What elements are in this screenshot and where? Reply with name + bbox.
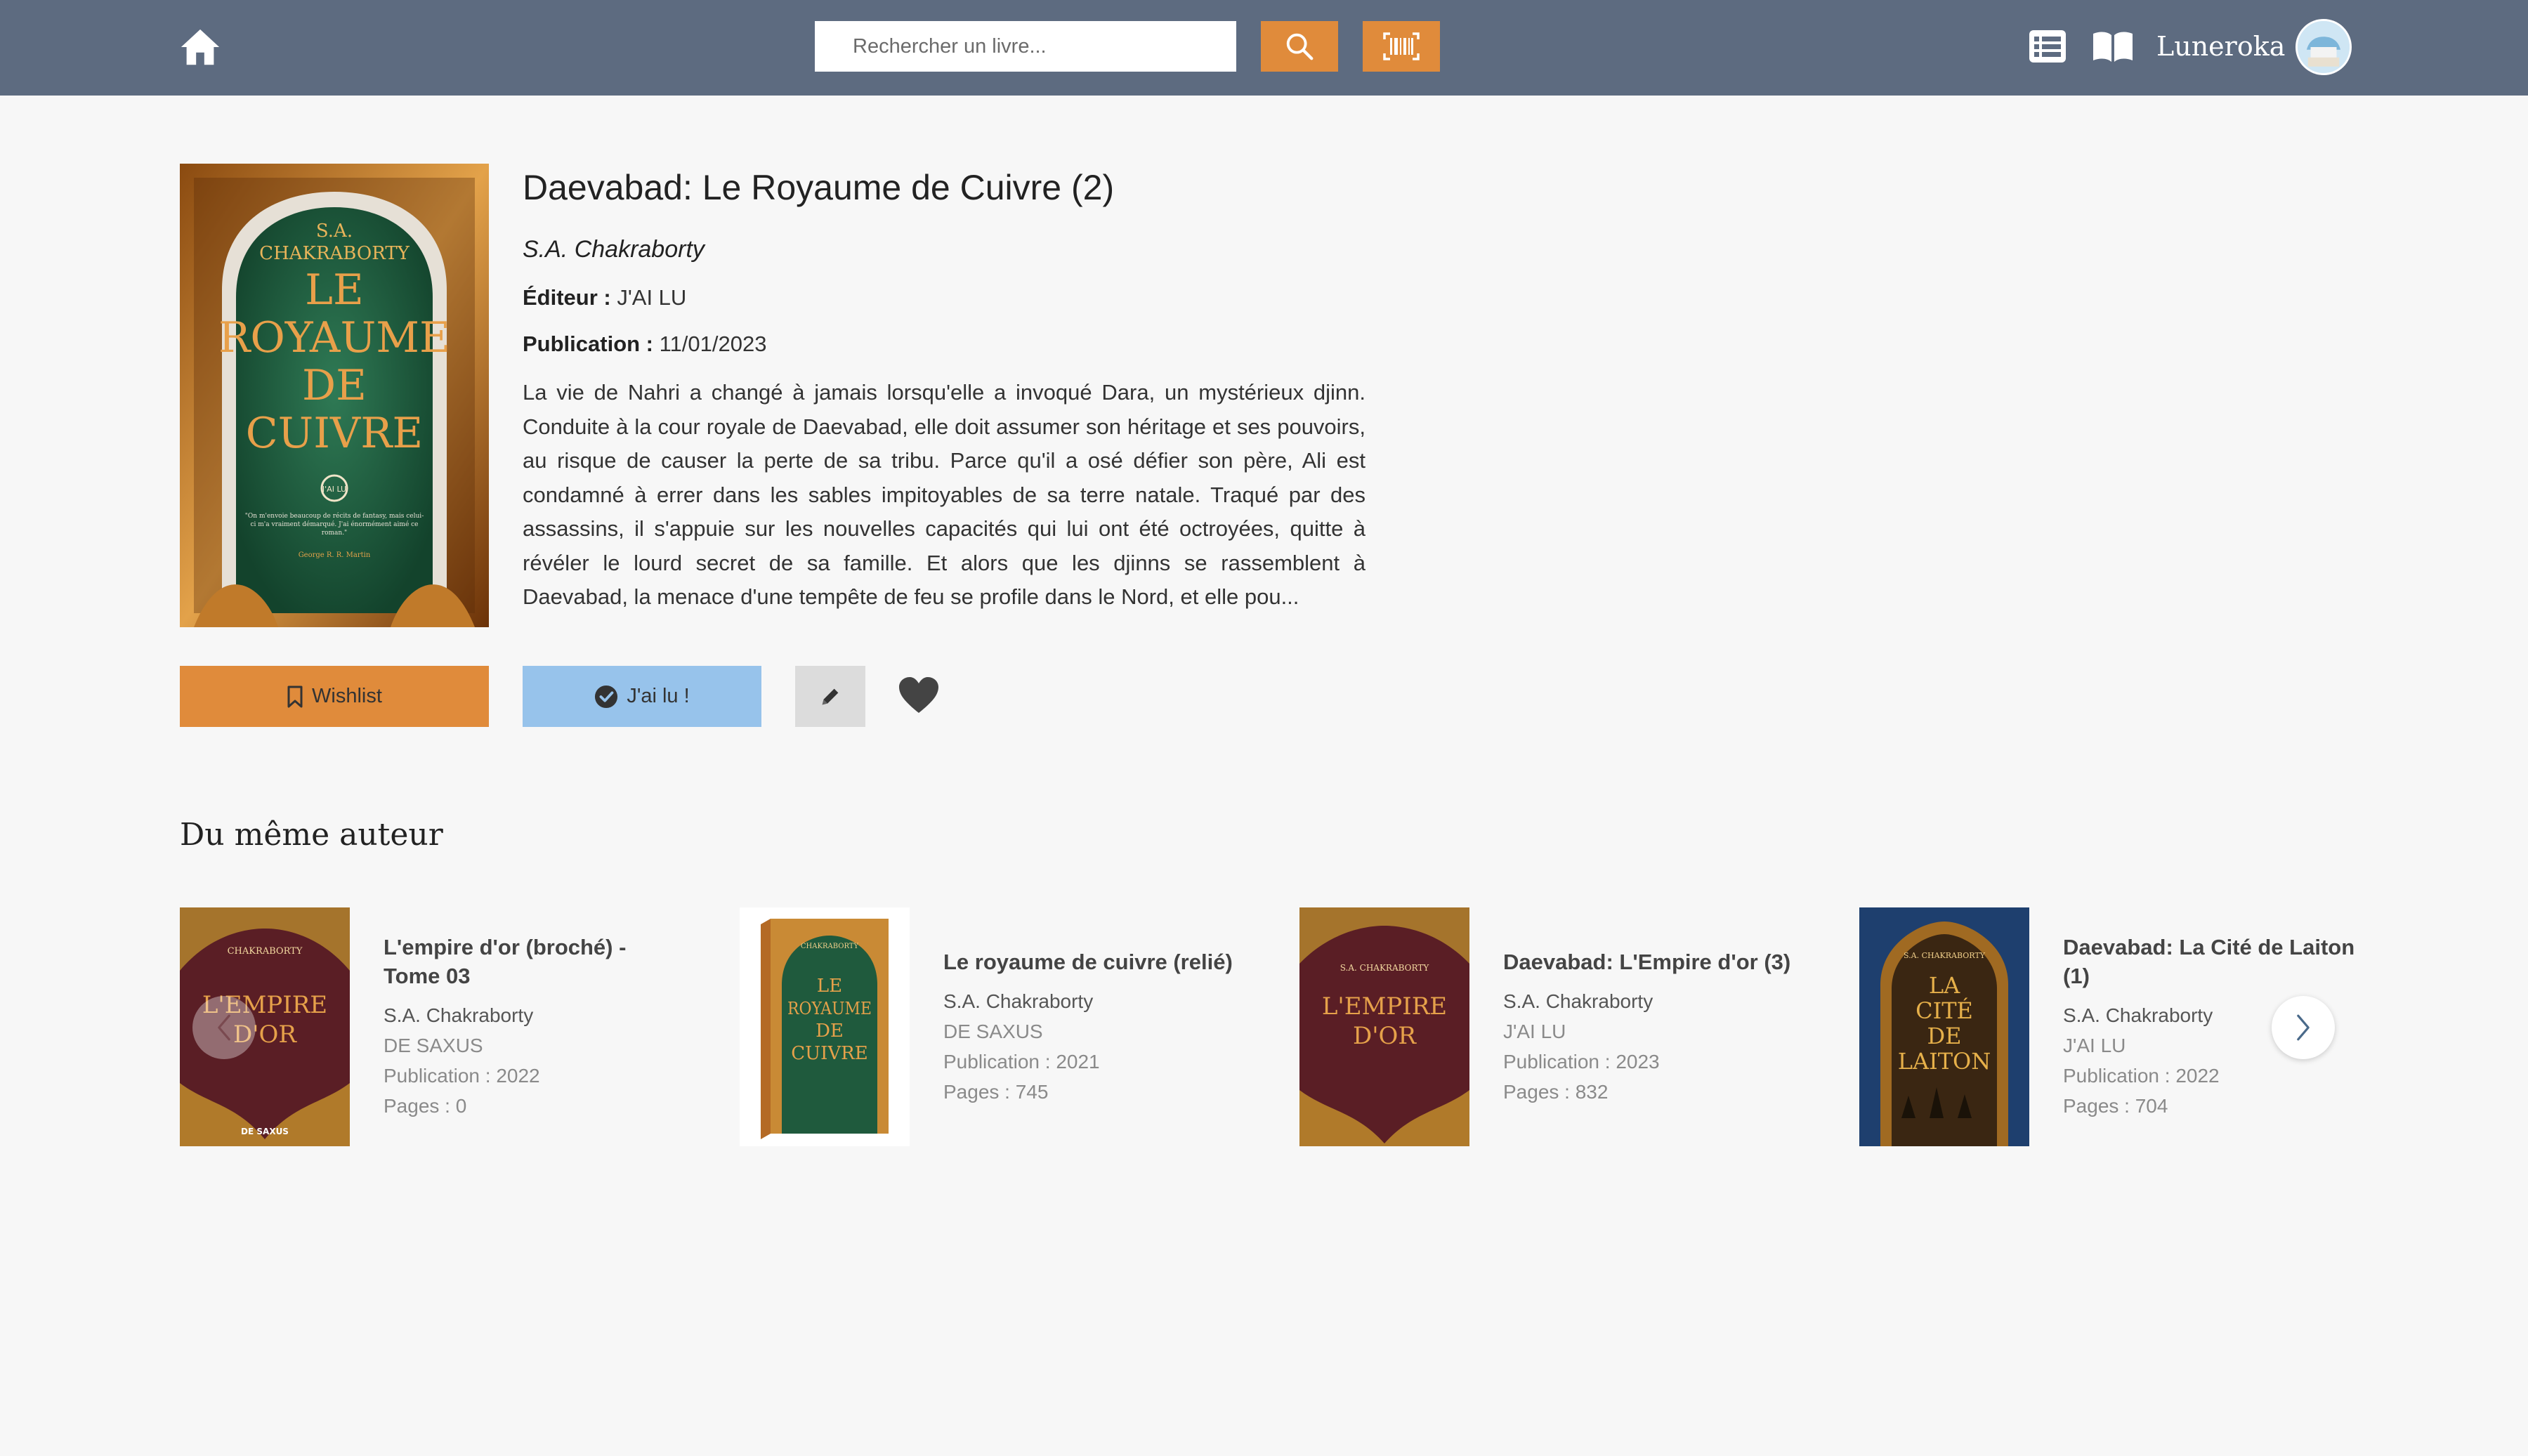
cover-quote: "On m'envoie beaucoup de récits de fanta… [244, 513, 424, 537]
related-book-publisher: DE SAXUS [384, 1035, 483, 1056]
related-book-info: Daevabad: L'Empire d'or (3) S.A. Chakrab… [1503, 907, 1798, 1146]
list-icon[interactable] [2029, 29, 2067, 63]
cover-title-line: L'EMPIRE [1322, 992, 1447, 1021]
cover-title-line: DE [816, 1021, 844, 1042]
editor-value: J'AI LU [617, 285, 687, 310]
related-book-publication: Publication : 2021 [943, 1050, 1100, 1073]
editor-label: Éditeur : [523, 285, 611, 310]
related-book-cover: S.A. CHAKRABORTY L'EMPIRE D'OR [1299, 907, 1469, 1146]
related-book-pages: Pages : 745 [943, 1080, 1049, 1103]
cover-title-line: LE [305, 265, 364, 315]
cover-title-line: LAITON [1898, 1048, 1991, 1075]
carousel-prev-button[interactable] [192, 996, 256, 1059]
book-synopsis: La vie de Nahri a changé à jamais lorsqu… [523, 380, 1365, 609]
mark-read-button[interactable]: J'ai lu ! [523, 666, 761, 727]
barcode-scan-button[interactable] [1363, 21, 1440, 72]
related-book-title: Le royaume de cuivre (relié) [943, 949, 1233, 974]
cover-title-line: LA [1929, 972, 1960, 999]
cover-title-line: ROYAUME [218, 313, 450, 362]
related-book-pages: Pages : 832 [1503, 1080, 1609, 1103]
related-book-publisher: J'AI LU [1503, 1020, 1566, 1042]
wishlist-button[interactable]: Wishlist [180, 666, 489, 727]
cover-title-line: CUIVRE [246, 409, 423, 458]
cover-author-line2: CHAKRABORTY [259, 243, 410, 264]
related-book-title: L'empire d'or (broché) - Tome 03 [384, 935, 627, 988]
section-title: Du même auteur [180, 817, 443, 853]
related-book-publication: Publication : 2022 [2063, 1065, 2220, 1087]
cover-title-line: CITÉ [1915, 997, 1973, 1024]
related-book-pages: Pages : 704 [2063, 1095, 2168, 1117]
book-author: S.A. Chakraborty [523, 236, 705, 263]
related-book-card[interactable]: S.A. CHAKRABORTY L'EMPIRE D'OR Daevabad:… [1299, 907, 1833, 1146]
cover-author-line1: S.A. [316, 221, 353, 242]
related-book-title: Daevabad: L'Empire d'or (3) [1503, 949, 1791, 974]
check-circle-icon [595, 685, 618, 708]
search-icon [1286, 33, 1314, 60]
related-book-publication: Publication : 2022 [384, 1065, 540, 1087]
cover-title-line: DE [302, 361, 367, 410]
cover-author: CHAKRABORTY [228, 946, 303, 957]
username-link[interactable]: Luneroka [2156, 28, 2285, 65]
related-book-cover: CHAKRABORTY LE ROYAUME DE CUIVRE [740, 907, 910, 1146]
related-book-pages: Pages : 0 [384, 1095, 467, 1117]
edit-button[interactable] [795, 666, 865, 727]
related-book-publisher: DE SAXUS [943, 1020, 1043, 1042]
book-title: Daevabad: Le Royaume de Cuivre (2) [523, 168, 1115, 207]
related-book-title: Daevabad: La Cité de Laiton (1) [2063, 935, 2355, 988]
avatar[interactable] [2295, 19, 2352, 75]
cover-title-line: ROYAUME [787, 999, 872, 1018]
search-button[interactable] [1261, 21, 1338, 72]
publication-label: Publication : [523, 332, 653, 356]
related-book-author: S.A. Chakraborty [943, 990, 1094, 1012]
cover-publisher-mark: J'AI LU [322, 485, 346, 494]
chevron-left-icon [218, 1014, 230, 1041]
bookmark-icon [287, 686, 303, 707]
cover-title-line: CUIVRE [791, 1043, 867, 1064]
related-book-info: L'empire d'or (broché) - Tome 03 S.A. Ch… [384, 907, 679, 1146]
book-editor: Éditeur : J'AI LU [523, 285, 686, 310]
cover-author: CHAKRABORTY [801, 943, 859, 950]
book-publication: Publication : 11/01/2023 [523, 332, 766, 357]
mark-read-label: J'ai lu ! [627, 685, 690, 707]
cover-quote-author: George R. R. Martin [299, 551, 371, 559]
publication-value: 11/01/2023 [659, 332, 767, 356]
related-book-cover: S.A. CHAKRABORTY LA CITÉ DE LAITON [1859, 907, 2029, 1146]
carousel-next-button[interactable] [2272, 996, 2335, 1059]
related-book-author: S.A. Chakraborty [1503, 990, 1653, 1012]
chevron-right-icon [2297, 1014, 2310, 1041]
wishlist-label: Wishlist [312, 685, 382, 707]
barcode-icon [1383, 32, 1420, 60]
heart-icon[interactable] [898, 676, 940, 715]
cover-title-line: LE [817, 976, 842, 997]
cover-title-line: DE [1927, 1023, 1961, 1049]
cover-publisher: DE SAXUS [241, 1127, 289, 1136]
related-book-author: S.A. Chakraborty [384, 1004, 534, 1026]
cover-author: S.A. CHAKRABORTY [1904, 951, 1986, 960]
book-open-icon[interactable] [2092, 29, 2134, 63]
related-book-card[interactable]: CHAKRABORTY L'EMPIRE D'OR DE SAXUS L'emp… [180, 907, 714, 1146]
home-icon[interactable] [178, 25, 222, 69]
cover-author: S.A. CHAKRABORTY [1340, 963, 1430, 973]
top-navbar: Luneroka [0, 0, 2528, 96]
related-book-card[interactable]: CHAKRABORTY LE ROYAUME DE CUIVRE Le roya… [740, 907, 1273, 1146]
related-book-publication: Publication : 2023 [1503, 1050, 1660, 1073]
book-cover-image: S.A. CHAKRABORTY LE ROYAUME DE CUIVRE J'… [180, 164, 489, 627]
related-book-info: Le royaume de cuivre (relié) S.A. Chakra… [943, 907, 1238, 1146]
pencil-icon [822, 688, 839, 704]
search-input[interactable] [815, 21, 1236, 72]
cover-title-line: D'OR [1353, 1022, 1417, 1050]
